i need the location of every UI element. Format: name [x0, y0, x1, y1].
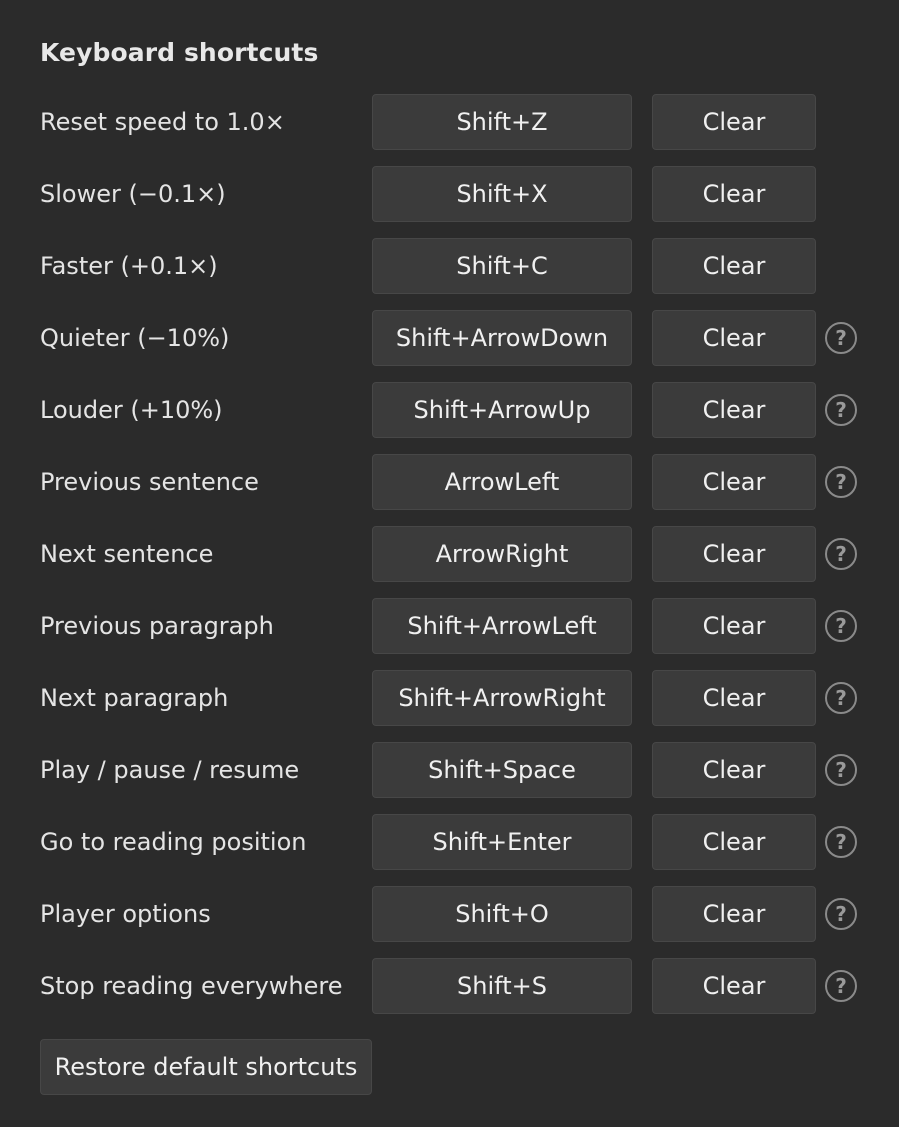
restore-defaults-button[interactable]: Restore default shortcuts: [40, 1039, 372, 1095]
clear-button[interactable]: Clear: [652, 598, 816, 654]
shortcut-key-button[interactable]: Shift+ArrowDown: [372, 310, 632, 366]
shortcut-label: Quieter (−10%): [40, 324, 230, 352]
shortcut-key-button[interactable]: ArrowLeft: [372, 454, 632, 510]
question-circle-icon[interactable]: ?: [825, 826, 857, 858]
clear-button[interactable]: Clear: [652, 958, 816, 1014]
shortcut-row-previous-paragraph: Previous paragraph Shift+ArrowLeft Clear…: [0, 598, 899, 654]
question-circle-icon[interactable]: ?: [825, 898, 857, 930]
clear-button[interactable]: Clear: [652, 886, 816, 942]
clear-button[interactable]: Clear: [652, 94, 816, 150]
shortcut-key-button[interactable]: Shift+C: [372, 238, 632, 294]
question-circle-icon[interactable]: ?: [825, 538, 857, 570]
shortcut-row-reset-speed: Reset speed to 1.0× Shift+Z Clear: [0, 94, 899, 150]
shortcut-key-button[interactable]: Shift+ArrowLeft: [372, 598, 632, 654]
shortcut-row-faster: Faster (+0.1×) Shift+C Clear: [0, 238, 899, 294]
question-circle-icon[interactable]: ?: [825, 682, 857, 714]
shortcut-label: Reset speed to 1.0×: [40, 108, 285, 136]
shortcut-row-player-options: Player options Shift+O Clear ?: [0, 886, 899, 942]
clear-button[interactable]: Clear: [652, 526, 816, 582]
clear-button[interactable]: Clear: [652, 814, 816, 870]
shortcut-label: Previous paragraph: [40, 612, 274, 640]
keyboard-shortcuts-panel: Keyboard shortcuts Reset speed to 1.0× S…: [0, 0, 899, 1127]
clear-button[interactable]: Clear: [652, 670, 816, 726]
section-title: Keyboard shortcuts: [40, 38, 319, 67]
question-circle-icon[interactable]: ?: [825, 970, 857, 1002]
clear-button[interactable]: Clear: [652, 166, 816, 222]
shortcut-label: Faster (+0.1×): [40, 252, 218, 280]
question-circle-icon[interactable]: ?: [825, 322, 857, 354]
shortcut-key-button[interactable]: ArrowRight: [372, 526, 632, 582]
shortcut-row-next-paragraph: Next paragraph Shift+ArrowRight Clear ?: [0, 670, 899, 726]
shortcut-label: Next sentence: [40, 540, 214, 568]
shortcut-label: Play / pause / resume: [40, 756, 300, 784]
shortcut-label: Player options: [40, 900, 211, 928]
shortcut-key-button[interactable]: Shift+Space: [372, 742, 632, 798]
shortcut-label: Next paragraph: [40, 684, 229, 712]
question-circle-icon[interactable]: ?: [825, 754, 857, 786]
clear-button[interactable]: Clear: [652, 238, 816, 294]
shortcut-row-play-pause: Play / pause / resume Shift+Space Clear …: [0, 742, 899, 798]
shortcut-key-button[interactable]: Shift+X: [372, 166, 632, 222]
shortcut-row-stop-reading: Stop reading everywhere Shift+S Clear ?: [0, 958, 899, 1014]
shortcut-row-go-to-position: Go to reading position Shift+Enter Clear…: [0, 814, 899, 870]
question-circle-icon[interactable]: ?: [825, 394, 857, 426]
shortcut-label: Louder (+10%): [40, 396, 223, 424]
shortcut-row-louder: Louder (+10%) Shift+ArrowUp Clear ?: [0, 382, 899, 438]
shortcut-label: Previous sentence: [40, 468, 259, 496]
shortcut-row-next-sentence: Next sentence ArrowRight Clear ?: [0, 526, 899, 582]
shortcut-label: Slower (−0.1×): [40, 180, 226, 208]
shortcut-row-slower: Slower (−0.1×) Shift+X Clear: [0, 166, 899, 222]
shortcut-label: Stop reading everywhere: [40, 972, 343, 1000]
shortcut-key-button[interactable]: Shift+ArrowUp: [372, 382, 632, 438]
shortcut-key-button[interactable]: Shift+Z: [372, 94, 632, 150]
shortcut-key-button[interactable]: Shift+ArrowRight: [372, 670, 632, 726]
shortcut-row-previous-sentence: Previous sentence ArrowLeft Clear ?: [0, 454, 899, 510]
shortcut-row-quieter: Quieter (−10%) Shift+ArrowDown Clear ?: [0, 310, 899, 366]
clear-button[interactable]: Clear: [652, 310, 816, 366]
clear-button[interactable]: Clear: [652, 454, 816, 510]
shortcut-label: Go to reading position: [40, 828, 307, 856]
question-circle-icon[interactable]: ?: [825, 610, 857, 642]
clear-button[interactable]: Clear: [652, 382, 816, 438]
clear-button[interactable]: Clear: [652, 742, 816, 798]
question-circle-icon[interactable]: ?: [825, 466, 857, 498]
shortcut-key-button[interactable]: Shift+Enter: [372, 814, 632, 870]
shortcut-key-button[interactable]: Shift+O: [372, 886, 632, 942]
shortcut-key-button[interactable]: Shift+S: [372, 958, 632, 1014]
